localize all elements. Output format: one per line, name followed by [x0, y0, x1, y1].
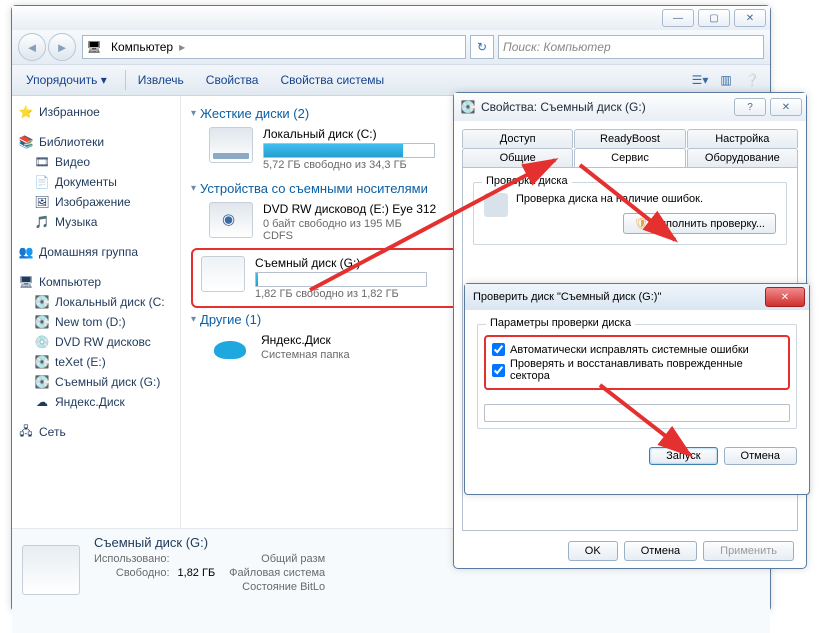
- picture-icon: 🖼: [34, 194, 50, 210]
- ok-button[interactable]: OK: [568, 541, 618, 561]
- document-icon: 📄: [34, 174, 50, 190]
- dialog-title: Свойства: Съемный диск (G:): [481, 100, 730, 114]
- disk-icon: 💽: [34, 294, 50, 310]
- sidebar-item-c[interactable]: 💽Локальный диск (C:: [12, 292, 180, 312]
- cloud-icon: [209, 333, 251, 367]
- nav-bar: ◄ ► 🖥 Компьютер ▸ ↻ Поиск: Компьютер: [12, 30, 770, 64]
- check-disk-dialog: Проверить диск "Съемный диск (G:)" ✕ Пар…: [464, 283, 810, 495]
- organize-button[interactable]: Упорядочить ▾: [18, 69, 115, 91]
- tab-service[interactable]: Сервис: [574, 148, 685, 167]
- address-bar[interactable]: 🖥 Компьютер ▸: [82, 35, 466, 59]
- cancel-button[interactable]: Отмена: [624, 541, 697, 561]
- usage-bar: [263, 143, 435, 158]
- minimize-button[interactable]: —: [662, 9, 694, 27]
- sidebar-item-documents[interactable]: 📄Документы: [12, 172, 180, 192]
- sidebar-item-texet[interactable]: 💽teXet (E:): [12, 352, 180, 372]
- tab-access[interactable]: Доступ: [462, 129, 573, 148]
- preview-icon[interactable]: ▥: [714, 68, 738, 92]
- refresh-button[interactable]: ↻: [470, 35, 494, 59]
- details-title: Съемный диск (G:): [94, 535, 215, 550]
- sidebar-item-music[interactable]: 🎵Музыка: [12, 212, 180, 232]
- maximize-button[interactable]: ▢: [698, 9, 730, 27]
- start-button[interactable]: Запуск: [649, 447, 717, 465]
- eject-button[interactable]: Извлечь: [130, 69, 192, 91]
- back-button[interactable]: ◄: [18, 33, 46, 61]
- tab-hardware[interactable]: Оборудование: [687, 148, 798, 167]
- checkbox-scan[interactable]: [492, 364, 505, 377]
- search-input[interactable]: Поиск: Компьютер: [498, 35, 764, 59]
- close-button[interactable]: ✕: [734, 9, 766, 27]
- sidebar-homegroup[interactable]: 👥Домашняя группа: [12, 242, 180, 262]
- sidebar-favorites[interactable]: ⭐Избранное: [12, 102, 180, 122]
- options-highlighted: Автоматически исправлять системные ошибк…: [484, 335, 790, 390]
- system-properties-button[interactable]: Свойства системы: [272, 69, 392, 91]
- dvd-icon: 💿: [34, 334, 50, 350]
- group-text: Проверка диска на наличие ошибок.: [516, 193, 776, 205]
- check-disk-group: Проверка диска Проверка диска на наличие…: [473, 182, 787, 245]
- sidebar-item-dvd[interactable]: 💿DVD RW дисковс: [12, 332, 180, 352]
- options-label: Параметры проверки диска: [486, 317, 635, 329]
- run-check-button[interactable]: 🛡Выполнить проверку...: [623, 213, 776, 234]
- help-button[interactable]: ?: [734, 98, 766, 116]
- music-icon: 🎵: [34, 214, 50, 230]
- apply-button[interactable]: Применить: [703, 541, 794, 561]
- usb-large-icon: [22, 545, 80, 595]
- tab-customize[interactable]: Настройка: [687, 129, 798, 148]
- explorer-titlebar: — ▢ ✕: [12, 6, 770, 30]
- sidebar-network[interactable]: 🖧Сеть: [12, 422, 180, 442]
- close-button[interactable]: ✕: [770, 98, 802, 116]
- address-segment[interactable]: Компьютер: [107, 39, 177, 55]
- group-label: Проверка диска: [482, 175, 572, 187]
- progress-bar: [484, 404, 790, 422]
- tab-general[interactable]: Общие: [462, 148, 573, 167]
- video-icon: 🎞: [34, 154, 50, 170]
- option-scan-sectors[interactable]: Проверять и восстанавливать поврежденные…: [492, 358, 782, 382]
- help-icon[interactable]: ❔: [740, 68, 764, 92]
- close-button[interactable]: ✕: [765, 287, 805, 307]
- sidebar: ⭐Избранное 📚Библиотеки 🎞Видео 📄Документы…: [12, 96, 181, 528]
- chevron-right-icon[interactable]: ▸: [177, 40, 187, 54]
- sidebar-item-g[interactable]: 💽Съемный диск (G:): [12, 372, 180, 392]
- homegroup-icon: 👥: [18, 244, 34, 260]
- sidebar-computer[interactable]: 🖥Компьютер: [12, 272, 180, 292]
- view-icon[interactable]: ☰▾: [688, 68, 712, 92]
- disk-icon: 💽: [34, 314, 50, 330]
- forward-button[interactable]: ►: [48, 33, 76, 61]
- tab-readyboost[interactable]: ReadyBoost: [574, 129, 685, 148]
- shield-icon: 🛡: [634, 218, 648, 230]
- sidebar-item-video[interactable]: 🎞Видео: [12, 152, 180, 172]
- properties-button[interactable]: Свойства: [198, 69, 267, 91]
- dialog-title: Проверить диск "Съемный диск (G:)": [473, 291, 765, 303]
- sidebar-item-yandex[interactable]: ☁Яндекс.Диск: [12, 392, 180, 412]
- cloud-icon: ☁: [34, 394, 50, 410]
- sidebar-item-pictures[interactable]: 🖼Изображение: [12, 192, 180, 212]
- disk-icon: 💽: [34, 374, 50, 390]
- checkbox-fix[interactable]: [492, 343, 505, 356]
- hdd-icon: [209, 127, 253, 163]
- dvd-icon: [209, 202, 253, 238]
- disk-icon: 💽: [460, 99, 476, 115]
- sidebar-item-d[interactable]: 💽New tom (D:): [12, 312, 180, 332]
- disk-icon: 💽: [34, 354, 50, 370]
- disk-check-icon: [484, 193, 508, 217]
- cancel-button[interactable]: Отмена: [724, 447, 797, 465]
- computer-icon: 🖥: [86, 39, 102, 55]
- computer-icon: 🖥: [18, 274, 34, 290]
- star-icon: ⭐: [18, 104, 34, 120]
- usage-bar: [255, 272, 427, 287]
- option-fix-errors[interactable]: Автоматически исправлять системные ошибк…: [492, 343, 782, 356]
- library-icon: 📚: [18, 134, 34, 150]
- sidebar-libraries[interactable]: 📚Библиотеки: [12, 132, 180, 152]
- network-icon: 🖧: [18, 424, 34, 440]
- usb-icon: [201, 256, 245, 292]
